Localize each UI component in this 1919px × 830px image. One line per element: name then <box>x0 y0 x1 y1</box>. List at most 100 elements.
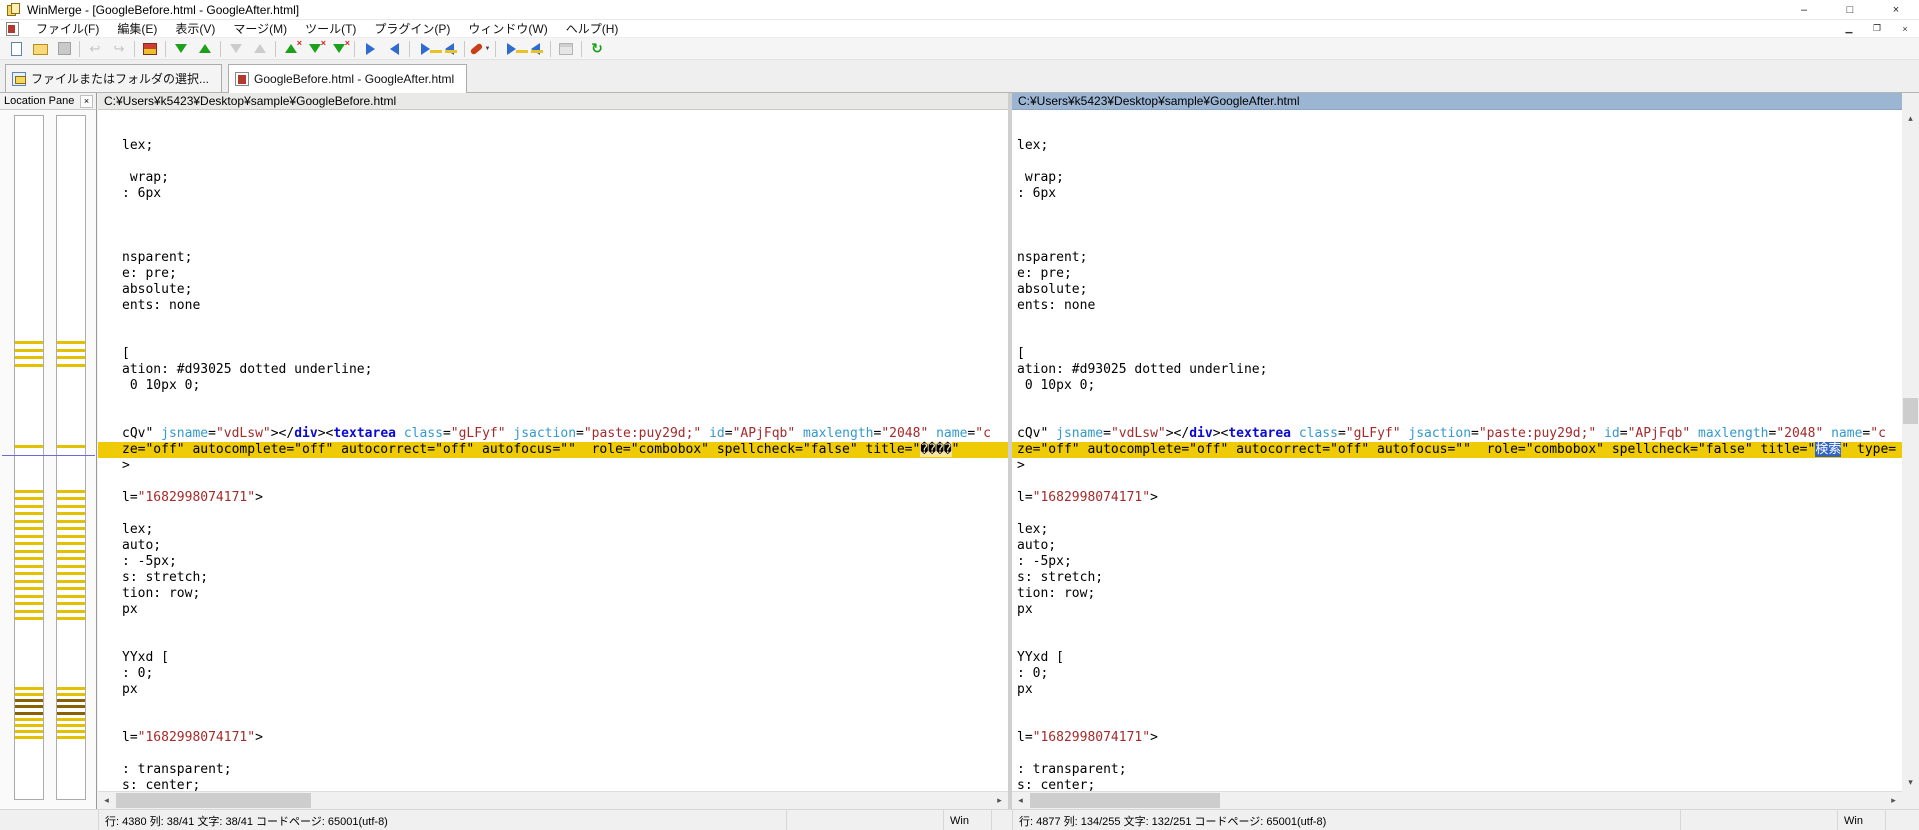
menu-item-4[interactable]: ツール(T) <box>296 21 365 37</box>
refresh-button[interactable] <box>585 39 609 59</box>
diff-location-mark[interactable] <box>57 595 85 598</box>
diff-location-mark[interactable] <box>15 687 43 690</box>
diff-location-mark[interactable] <box>15 550 43 553</box>
open-button[interactable] <box>28 39 52 59</box>
close-button[interactable]: × <box>1873 0 1919 20</box>
diff-location-mark[interactable] <box>15 565 43 568</box>
diff-location-mark[interactable] <box>15 617 43 620</box>
scroll-right-icon[interactable]: ▸ <box>991 792 1008 809</box>
mdi-close-button[interactable]: × <box>1891 21 1919 37</box>
diff-location-mark[interactable] <box>57 542 85 545</box>
diff-location-mark[interactable] <box>57 557 85 560</box>
diff-location-mark[interactable] <box>15 512 43 515</box>
diff-location-mark[interactable] <box>57 610 85 613</box>
location-bar-right-file[interactable] <box>56 115 86 800</box>
diff-location-mark[interactable] <box>15 490 43 493</box>
diff-location-mark[interactable] <box>57 356 85 359</box>
tab-folder-selection[interactable]: ファイルまたはフォルダの選択... <box>5 64 222 92</box>
diff-location-mark[interactable] <box>15 572 43 575</box>
rescan-button[interactable] <box>138 39 162 59</box>
menu-item-5[interactable]: プラグイン(P) <box>365 21 459 37</box>
right-hscroll-thumb[interactable] <box>1030 793 1220 808</box>
diff-location-mark[interactable] <box>15 520 43 523</box>
menu-item-1[interactable]: 編集(E) <box>108 21 166 37</box>
diff-location-mark[interactable] <box>15 349 43 352</box>
next-difference-button[interactable] <box>169 39 193 59</box>
diff-location-mark[interactable] <box>57 535 85 538</box>
diff-location-mark[interactable] <box>15 730 43 733</box>
scroll-left-icon[interactable]: ◂ <box>98 792 115 809</box>
diff-location-mark[interactable] <box>57 705 85 708</box>
scroll-right-icon[interactable]: ▸ <box>1885 792 1902 809</box>
diff-location-mark[interactable] <box>15 595 43 598</box>
maximize-button[interactable]: □ <box>1827 0 1873 20</box>
menu-item-0[interactable]: ファイル(F) <box>27 21 108 37</box>
diff-location-mark[interactable] <box>57 341 85 344</box>
diff-location-mark[interactable] <box>15 341 43 344</box>
mdi-minimize-button[interactable]: ▁ <box>1835 21 1863 37</box>
diff-location-mark[interactable] <box>57 527 85 530</box>
copy-right-and-advance-button[interactable] <box>413 39 437 59</box>
scroll-down-icon[interactable]: ▾ <box>1902 774 1919 791</box>
diff-location-mark[interactable] <box>57 617 85 620</box>
diff-location-mark[interactable] <box>15 693 43 696</box>
diff-location-mark[interactable] <box>57 505 85 508</box>
copy-left-and-advance-button[interactable] <box>437 39 461 59</box>
diff-location-mark[interactable] <box>57 724 85 727</box>
diff-location-mark[interactable] <box>15 602 43 605</box>
right-file-path-header[interactable]: C:¥Users¥k5423¥Desktop¥sample¥GoogleAfte… <box>1012 93 1902 110</box>
location-bar-left-file[interactable] <box>14 115 44 800</box>
left-hscroll-thumb[interactable] <box>116 793 311 808</box>
diff-location-mark[interactable] <box>15 736 43 739</box>
diff-location-mark[interactable] <box>57 565 85 568</box>
vscroll-thumb[interactable] <box>1903 398 1918 424</box>
previous-difference-button[interactable] <box>193 39 217 59</box>
diff-location-mark[interactable] <box>57 580 85 583</box>
right-code-area[interactable]: lex; wrap;: 6pxnsparent;e: pre;absolute;… <box>1012 110 1902 791</box>
menu-item-7[interactable]: ヘルプ(H) <box>557 21 628 37</box>
diff-location-mark[interactable] <box>15 356 43 359</box>
minimize-button[interactable]: – <box>1781 0 1827 20</box>
diff-location-mark[interactable] <box>57 736 85 739</box>
diff-location-mark[interactable] <box>57 602 85 605</box>
diff-location-mark[interactable] <box>15 445 43 448</box>
diff-location-mark[interactable] <box>57 364 85 367</box>
diff-location-mark[interactable] <box>15 610 43 613</box>
left-file-pane[interactable]: lex; wrap;: 6pxnsparent;e: pre;absolute;… <box>98 110 1008 791</box>
diff-location-mark[interactable] <box>57 687 85 690</box>
dropdown-caret-icon[interactable]: ▼ <box>485 46 491 52</box>
left-horizontal-scrollbar[interactable]: ◂ ▸ <box>98 791 1008 809</box>
diff-location-mark[interactable] <box>15 557 43 560</box>
diff-location-mark[interactable] <box>57 699 85 702</box>
mdi-restore-button[interactable]: ❐ <box>1863 21 1891 37</box>
diff-location-mark[interactable] <box>15 724 43 727</box>
menu-item-2[interactable]: 表示(V) <box>166 21 224 37</box>
diff-location-mark[interactable] <box>15 497 43 500</box>
diff-location-mark[interactable] <box>57 730 85 733</box>
diff-location-mark[interactable] <box>15 718 43 721</box>
diff-location-mark[interactable] <box>57 550 85 553</box>
diff-location-mark[interactable] <box>15 542 43 545</box>
current-difference-button[interactable]: × <box>303 39 327 59</box>
copy-left-button[interactable] <box>382 39 406 59</box>
diff-location-mark[interactable] <box>15 705 43 708</box>
copy-right-button[interactable] <box>358 39 382 59</box>
tab-file-compare[interactable]: GoogleBefore.html - GoogleAfter.html <box>228 64 467 93</box>
first-difference-button[interactable]: × <box>279 39 303 59</box>
scroll-left-icon[interactable]: ◂ <box>1012 792 1029 809</box>
diff-location-mark[interactable] <box>57 587 85 590</box>
diff-location-mark[interactable] <box>57 572 85 575</box>
copy-all-left-button[interactable] <box>523 39 547 59</box>
diff-location-mark[interactable] <box>15 535 43 538</box>
diff-location-mark[interactable] <box>57 520 85 523</box>
last-difference-button[interactable]: × <box>327 39 351 59</box>
diff-location-mark[interactable] <box>57 712 85 715</box>
diff-location-mark[interactable] <box>15 712 43 715</box>
diff-location-mark[interactable] <box>15 527 43 530</box>
diff-location-mark[interactable] <box>15 580 43 583</box>
diff-location-mark[interactable] <box>57 512 85 515</box>
vertical-scrollbar[interactable]: ▴ ▾ <box>1902 110 1919 791</box>
scroll-up-icon[interactable]: ▴ <box>1902 110 1919 127</box>
diff-location-mark[interactable] <box>57 445 85 448</box>
new-file-button[interactable] <box>4 39 28 59</box>
